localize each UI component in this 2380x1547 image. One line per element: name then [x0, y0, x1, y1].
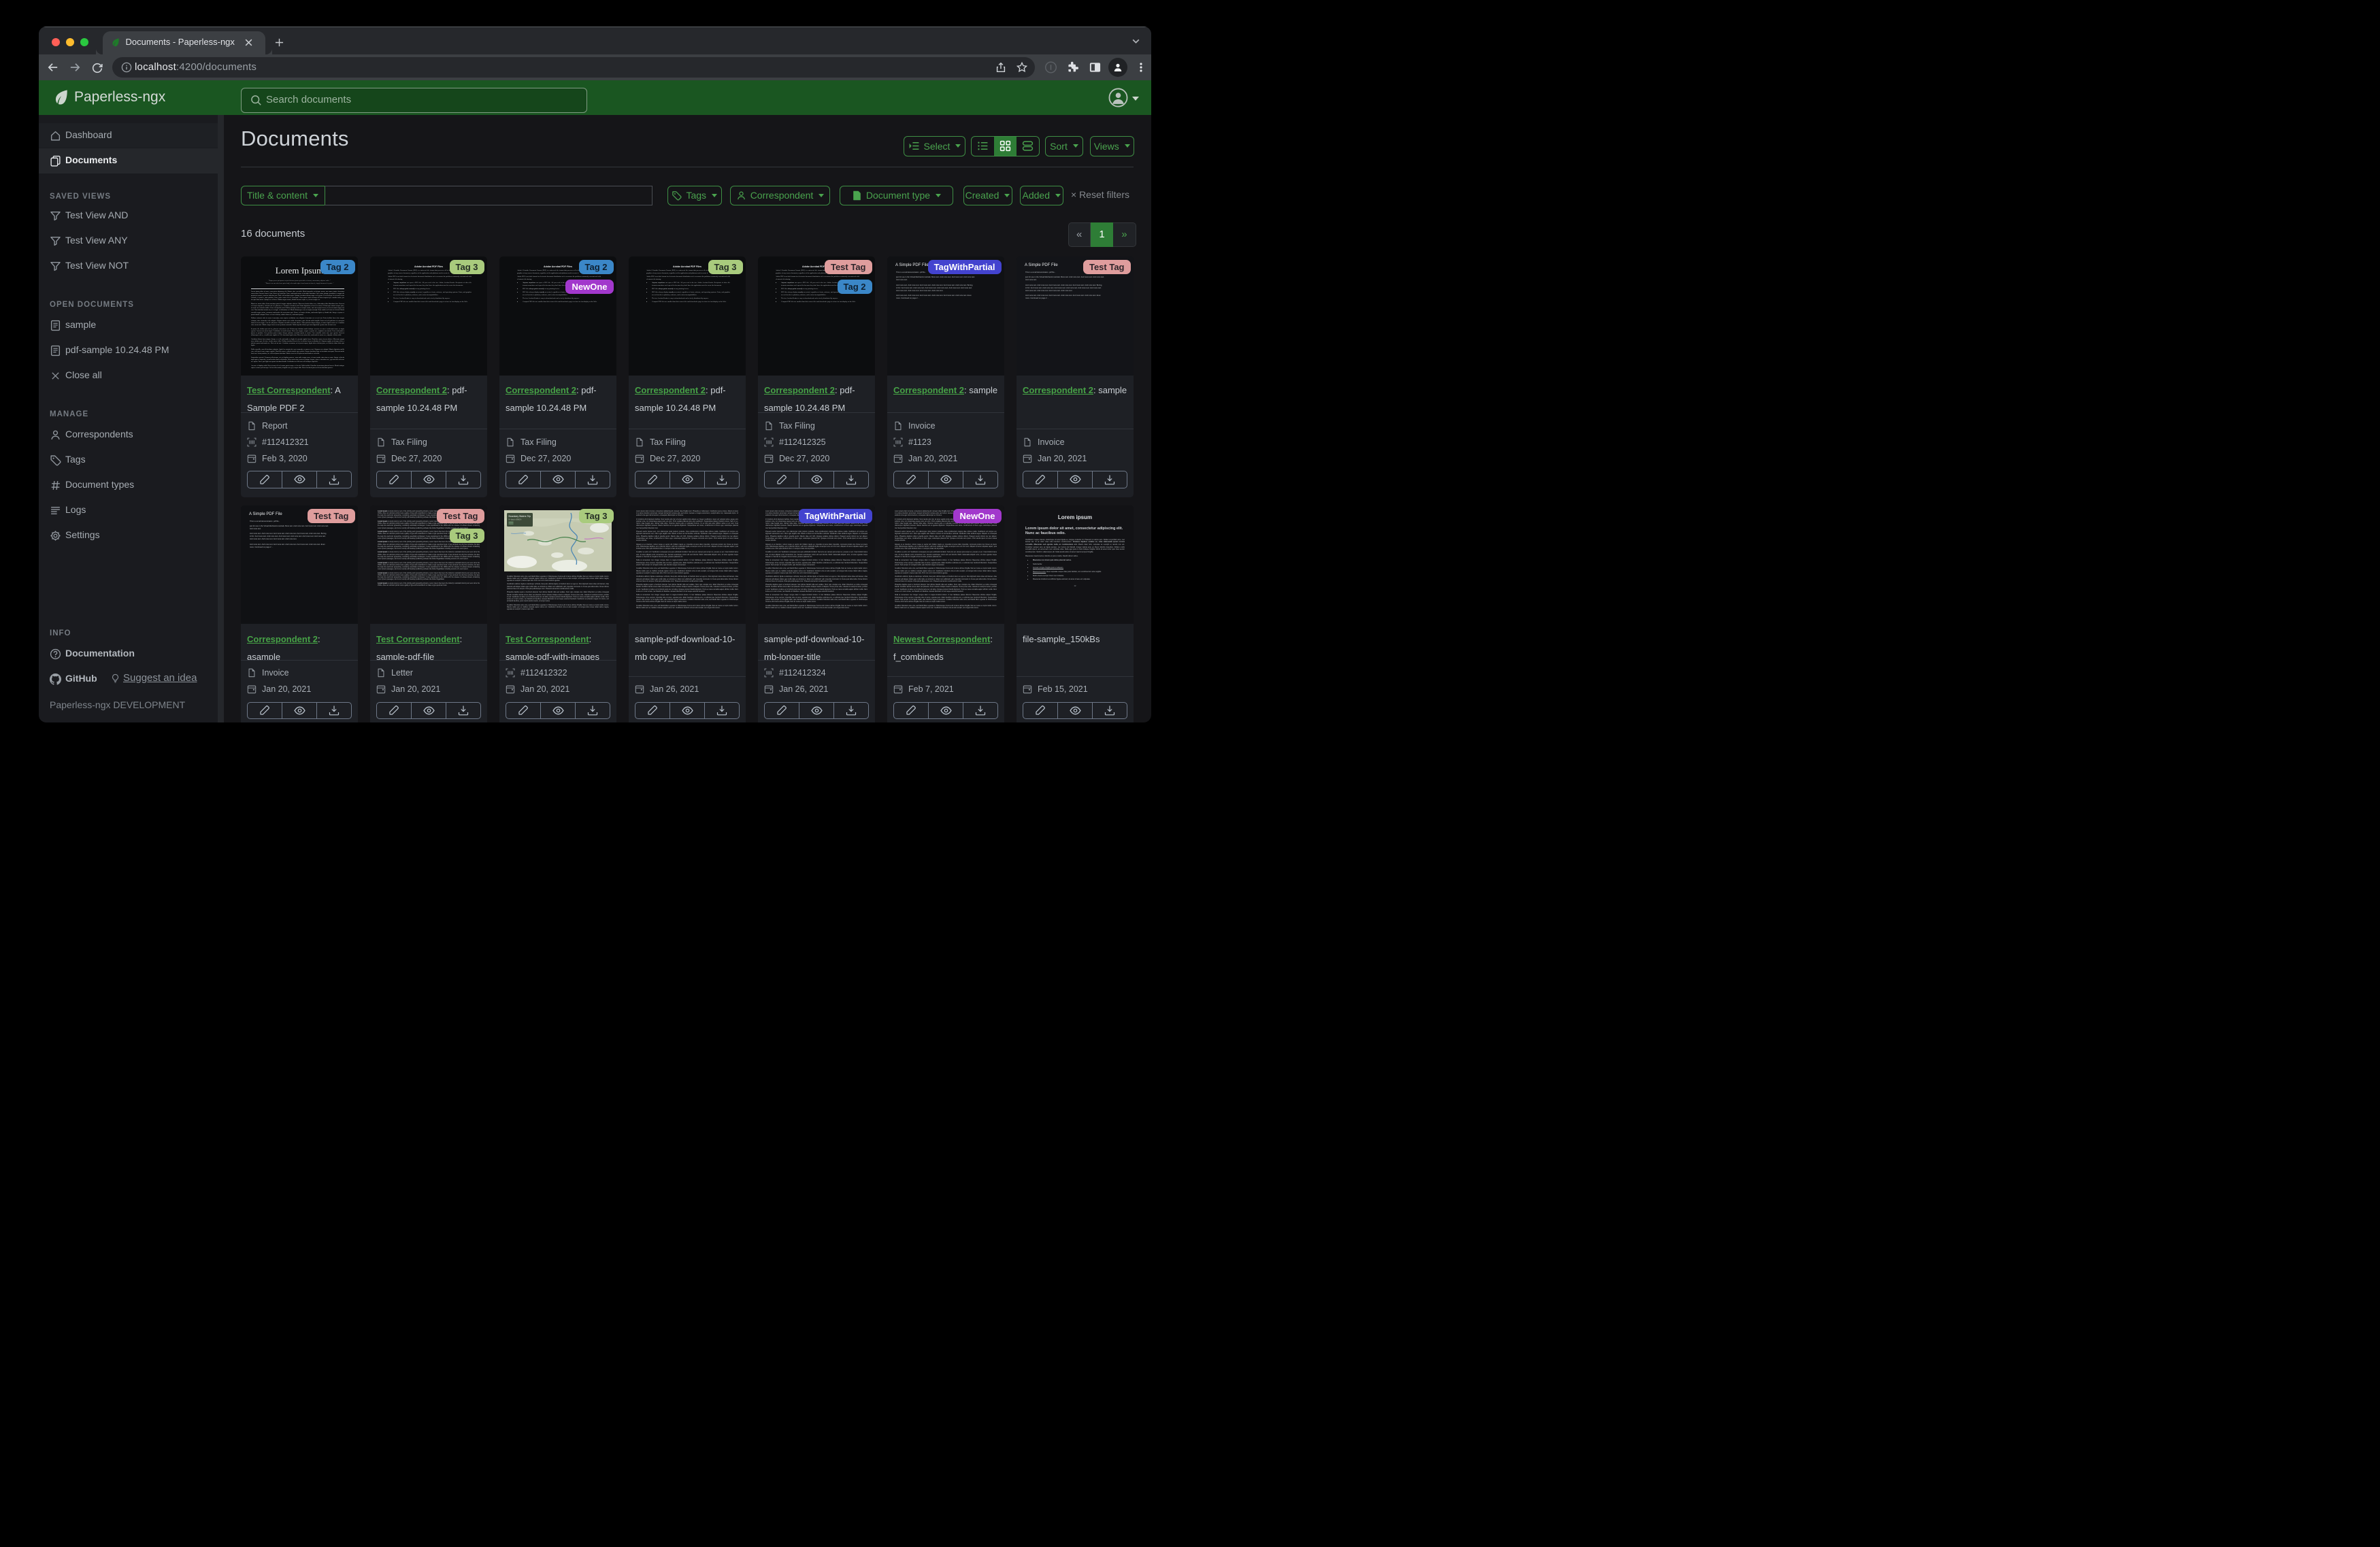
svg-text:Boundary Waters Trip: Boundary Waters Trip	[509, 515, 531, 518]
svg-text:6+ days in BWCA: 6+ days in BWCA	[509, 518, 522, 520]
